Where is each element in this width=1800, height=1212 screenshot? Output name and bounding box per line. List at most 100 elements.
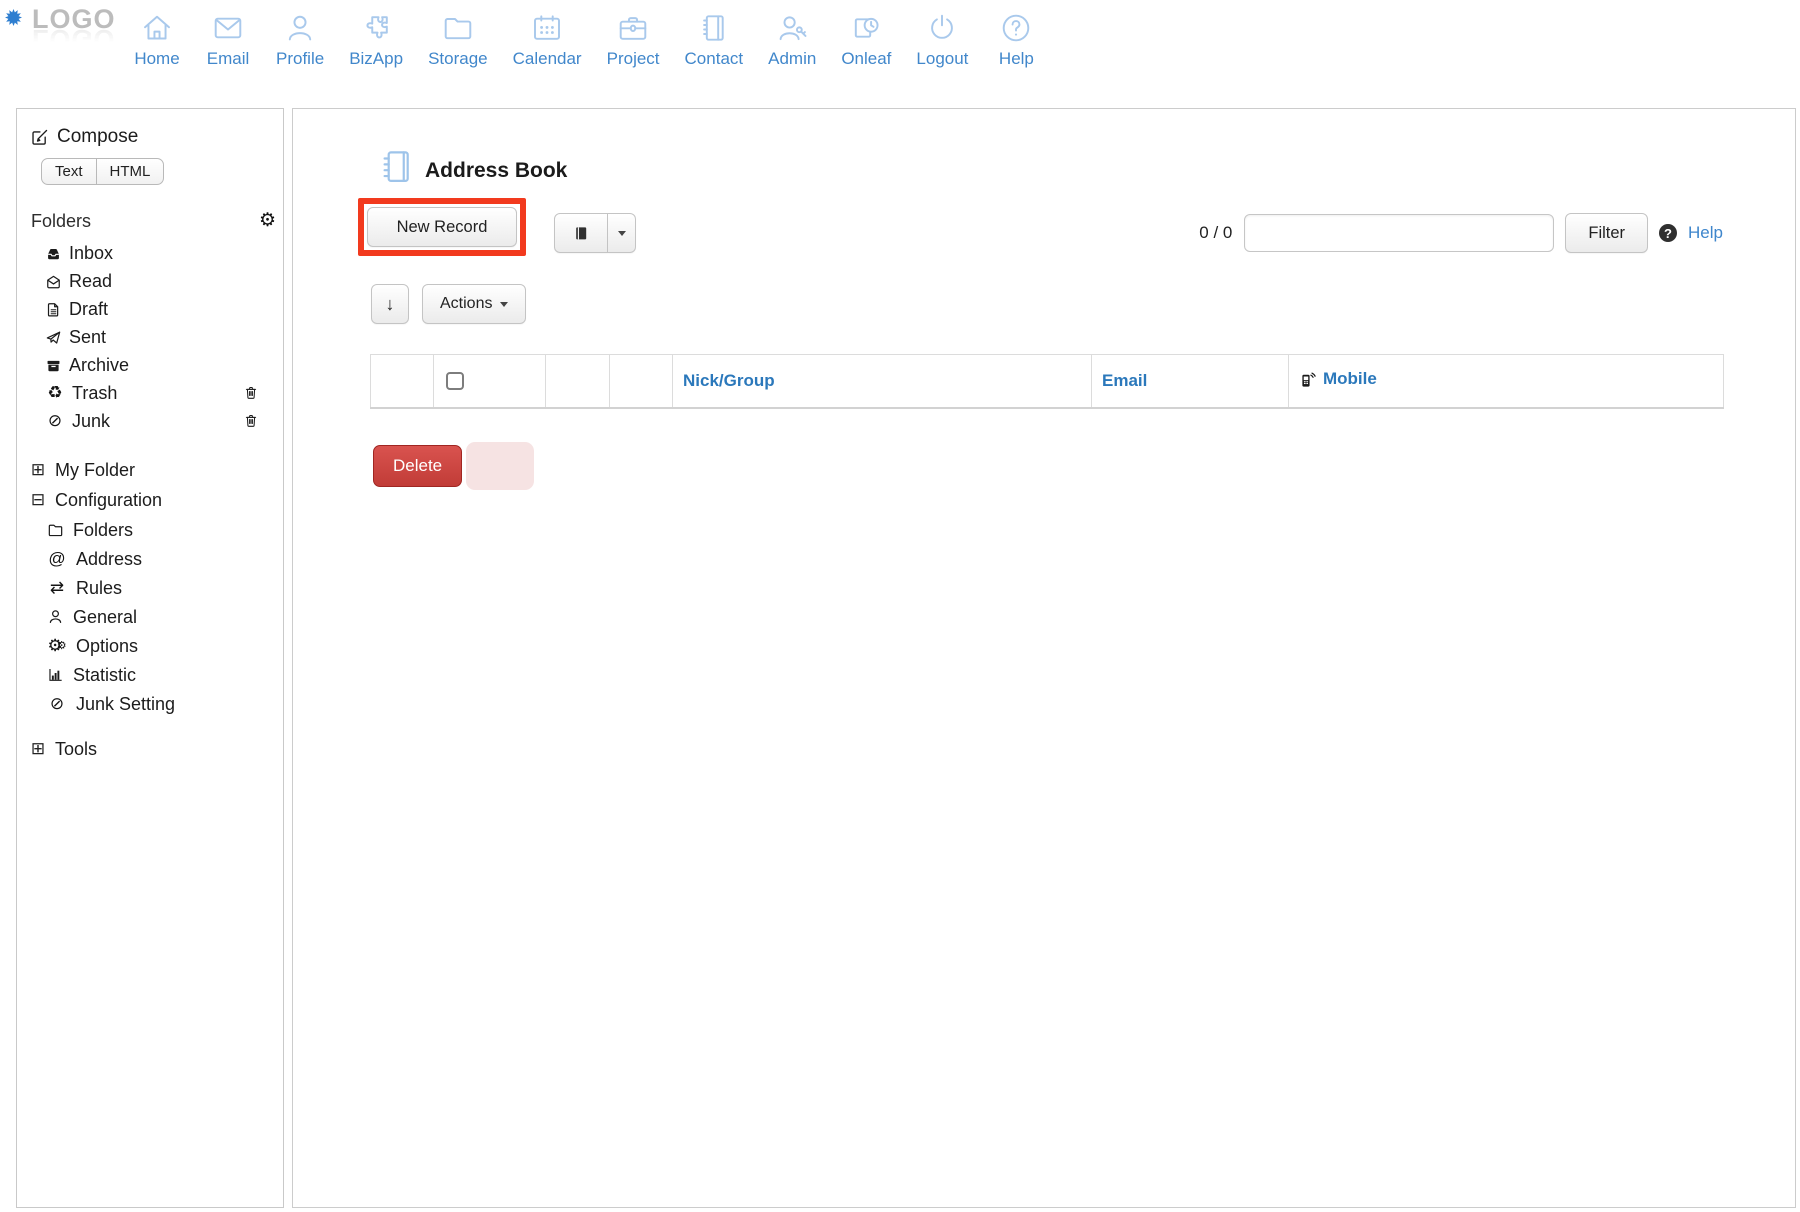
folders-settings-gear-icon[interactable]: ⚙	[259, 208, 276, 234]
compose-label: Compose	[57, 123, 138, 151]
top-navigation: Home Email Profile BizApp Storage Calend…	[134, 10, 1039, 69]
filter-button[interactable]: Filter	[1565, 213, 1648, 253]
nav-item-help[interactable]: Help	[993, 10, 1039, 69]
sidebar-item-label: Address	[76, 545, 142, 573]
nav-item-home[interactable]: Home	[134, 10, 180, 69]
actions-label: Actions	[440, 295, 492, 313]
nav-label: BizApp	[349, 49, 403, 69]
address-book-icon	[377, 147, 415, 192]
empty-junk-icon[interactable]	[243, 412, 259, 428]
sidebar-item-label: Sent	[69, 323, 106, 351]
sidebar-item-sent[interactable]: Sent	[17, 323, 283, 351]
nav-item-admin[interactable]: Admin	[768, 10, 816, 69]
sidebar-item-my-folder[interactable]: ⊞ My Folder	[17, 455, 283, 485]
logo[interactable]: LOGO LOGO	[32, 6, 116, 52]
expand-icon[interactable]: ⊞	[29, 735, 47, 763]
nav-label: Logout	[916, 49, 968, 69]
folders-header-label: Folders	[31, 211, 91, 231]
sidebar-item-config-statistic[interactable]: Statistic	[17, 660, 283, 689]
sidebar-item-label: My Folder	[55, 456, 135, 484]
nav-label: Profile	[276, 49, 324, 69]
sidebar-item-label: General	[73, 603, 137, 631]
sidebar-item-config-junk-setting[interactable]: ⊘ Junk Setting	[17, 689, 283, 718]
puzzle-icon	[358, 10, 394, 46]
compose-html-button[interactable]: HTML	[96, 159, 164, 184]
view-dropdown-button[interactable]	[608, 213, 636, 253]
main-content: Address Book New Record 0 / 0 Filter ? H…	[292, 108, 1796, 1208]
sidebar-item-inbox[interactable]: Inbox	[17, 239, 283, 267]
nav-item-logout[interactable]: Logout	[916, 10, 968, 69]
nav-item-onleaf[interactable]: Onleaf	[841, 10, 891, 69]
select-all-checkbox[interactable]	[446, 372, 464, 390]
compose-text-button[interactable]: Text	[42, 159, 96, 184]
nav-label: Onleaf	[841, 49, 891, 69]
sidebar-item-configuration[interactable]: ⊟ Configuration	[17, 485, 283, 515]
swap-arrows-icon: ⇄	[47, 574, 67, 602]
actions-button[interactable]: Actions	[422, 284, 526, 324]
help-link[interactable]: Help	[1688, 223, 1723, 243]
app-window: LOGO LOGO Home Email Profile BizApp Stor…	[0, 0, 1800, 1212]
nav-item-contact[interactable]: Contact	[685, 10, 744, 69]
compose-icon	[31, 128, 49, 146]
paper-plane-icon	[45, 329, 62, 346]
document-icon	[45, 301, 62, 318]
mobile-label: Mobile	[1323, 369, 1377, 389]
compose-mode-group: Text HTML	[41, 158, 164, 185]
sort-email[interactable]: Email	[1102, 371, 1147, 391]
sidebar-item-tools[interactable]: ⊞ Tools	[17, 734, 283, 764]
sidebar: Compose Text HTML Folders ⚙ Inbox Read D…	[16, 108, 284, 1208]
sidebar-item-config-options[interactable]: ⚙⚙ Options	[17, 631, 283, 660]
disabled-ghost-button	[466, 442, 534, 490]
briefcase-icon	[615, 10, 651, 46]
nav-item-profile[interactable]: Profile	[276, 10, 324, 69]
sort-mobile[interactable]: Mobile	[1299, 369, 1377, 389]
page-title: Address Book	[425, 159, 567, 183]
sidebar-item-label: Configuration	[55, 486, 162, 514]
nav-item-storage[interactable]: Storage	[428, 10, 488, 69]
sort-nick-group[interactable]: Nick/Group	[683, 371, 775, 391]
book-view-button[interactable]	[554, 213, 608, 253]
folder-icon	[47, 521, 64, 538]
sidebar-item-config-general[interactable]: General	[17, 602, 283, 631]
nav-label: Calendar	[513, 49, 582, 69]
sidebar-item-junk[interactable]: ⊘ Junk	[17, 407, 283, 435]
sidebar-item-label: Junk Setting	[76, 690, 175, 718]
sidebar-item-config-rules[interactable]: ⇄ Rules	[17, 573, 283, 602]
person-icon	[47, 608, 64, 625]
sidebar-item-config-address[interactable]: @ Address	[17, 544, 283, 573]
chevron-down-icon	[618, 231, 626, 236]
nav-item-project[interactable]: Project	[607, 10, 660, 69]
gears-icon: ⚙⚙	[47, 632, 67, 660]
collapse-icon[interactable]: ⊟	[29, 486, 47, 514]
sidebar-item-config-folders[interactable]: Folders	[17, 515, 283, 544]
folders-header: Folders ⚙	[17, 207, 283, 235]
search-input[interactable]	[1244, 214, 1554, 252]
nav-item-email[interactable]: Email	[205, 10, 251, 69]
empty-trash-icon[interactable]	[243, 384, 259, 400]
expand-icon[interactable]: ⊞	[29, 456, 47, 484]
help-badge-icon[interactable]: ?	[1659, 224, 1677, 242]
table-header-row: Nick/Group Email Mobile	[371, 355, 1724, 408]
annotation-highlight: New Record	[358, 198, 526, 256]
sidebar-item-label: Inbox	[69, 239, 113, 267]
sidebar-item-read[interactable]: Read	[17, 267, 283, 295]
header-cell-email: Email	[1092, 355, 1289, 408]
block-icon: ⊘	[45, 407, 65, 435]
question-circle-icon	[998, 10, 1034, 46]
notebook-icon	[696, 10, 732, 46]
nav-label: Project	[607, 49, 660, 69]
sidebar-item-draft[interactable]: Draft	[17, 295, 283, 323]
new-record-button[interactable]: New Record	[367, 207, 517, 247]
delete-button[interactable]: Delete	[373, 445, 462, 487]
doc-clock-icon	[848, 10, 884, 46]
mobile-phone-icon	[1299, 370, 1317, 388]
sort-down-button[interactable]: ↓	[371, 284, 409, 324]
nav-item-bizapp[interactable]: BizApp	[349, 10, 403, 69]
nav-item-calendar[interactable]: Calendar	[513, 10, 582, 69]
address-table: Nick/Group Email Mobile	[370, 354, 1724, 409]
header-cell-blank	[546, 355, 610, 408]
sidebar-item-archive[interactable]: Archive	[17, 351, 283, 379]
compose-button[interactable]: Compose	[17, 123, 283, 151]
sidebar-item-trash[interactable]: ♻ Trash	[17, 379, 283, 407]
folder-list: Inbox Read Draft Sent Archive ♻ Trash	[17, 239, 283, 435]
